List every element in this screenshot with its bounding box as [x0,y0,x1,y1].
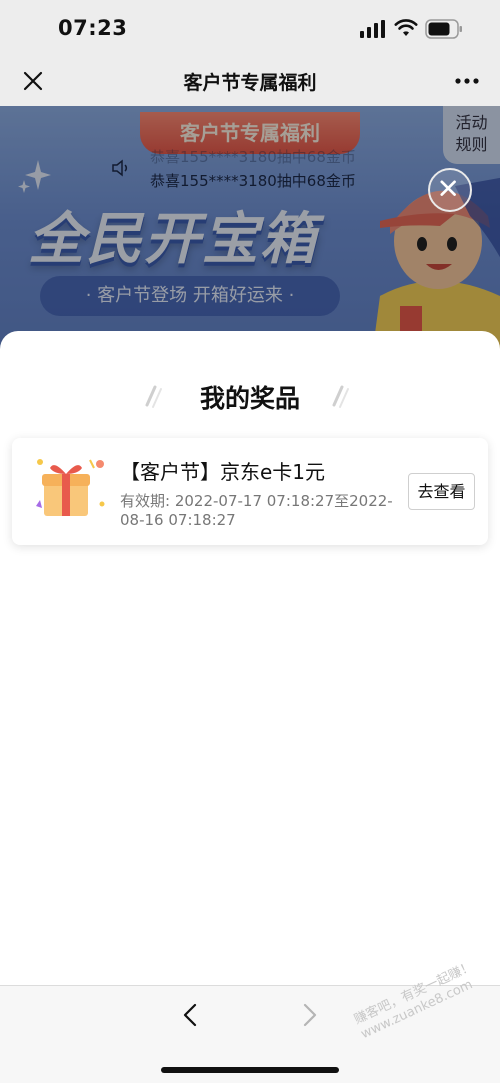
banner-subline: · 客户节登场 开箱好运来 · [40,276,340,316]
prizes-sheet: 我的奖品 【客户节】京东e卡1元 有效期: 2022-07-17 07:18:2… [0,331,500,985]
view-prize-button[interactable]: 去查看 [408,473,475,510]
prize-validity: 有效期: 2022-07-17 07:18:27至2022-08-16 07:1… [120,492,393,529]
banner-headline: 全民开宝箱 [28,207,318,272]
page-title: 客户节专属福利 [183,72,317,94]
promo-banner: 客户节专属福利 活动 规则 恭喜155****3180抽中68金币 恭喜155*… [0,106,500,366]
ticker-text-previous: 恭喜155****3180抽中68金币 [150,148,356,166]
rules-label-1: 活动 [455,113,488,132]
prize-name: 【客户节】京东e卡1元 [120,460,326,484]
close-icon [440,180,456,196]
wifi-icon [394,19,418,36]
browser-toolbar: 赚客吧，有奖一起赚！ www.zuanke8.com [0,959,500,1083]
gift-box-icon [36,459,105,516]
decor-slash-icon [332,385,349,408]
battery-icon [425,19,462,39]
forward-arrow-icon[interactable] [296,1002,322,1028]
overlay-close-button[interactable] [428,168,472,212]
speaker-icon [112,159,128,177]
sparkle-icon [18,160,51,193]
nav-bar: 客户节专属福利 [0,56,500,106]
rules-label-2: 规则 [455,135,488,154]
status-bar: 07:23 [0,0,500,56]
prize-card: 【客户节】京东e卡1元 有效期: 2022-07-17 07:18:27至202… [12,438,488,545]
back-arrow-icon[interactable] [178,1002,204,1028]
ticker-text: 恭喜155****3180抽中68金币 [150,172,356,190]
home-indicator[interactable] [161,1067,339,1073]
status-time: 07:23 [58,16,128,40]
cellular-signal-icon [360,20,385,38]
more-icon[interactable] [452,68,482,94]
sheet-title: 我的奖品 [199,384,300,413]
